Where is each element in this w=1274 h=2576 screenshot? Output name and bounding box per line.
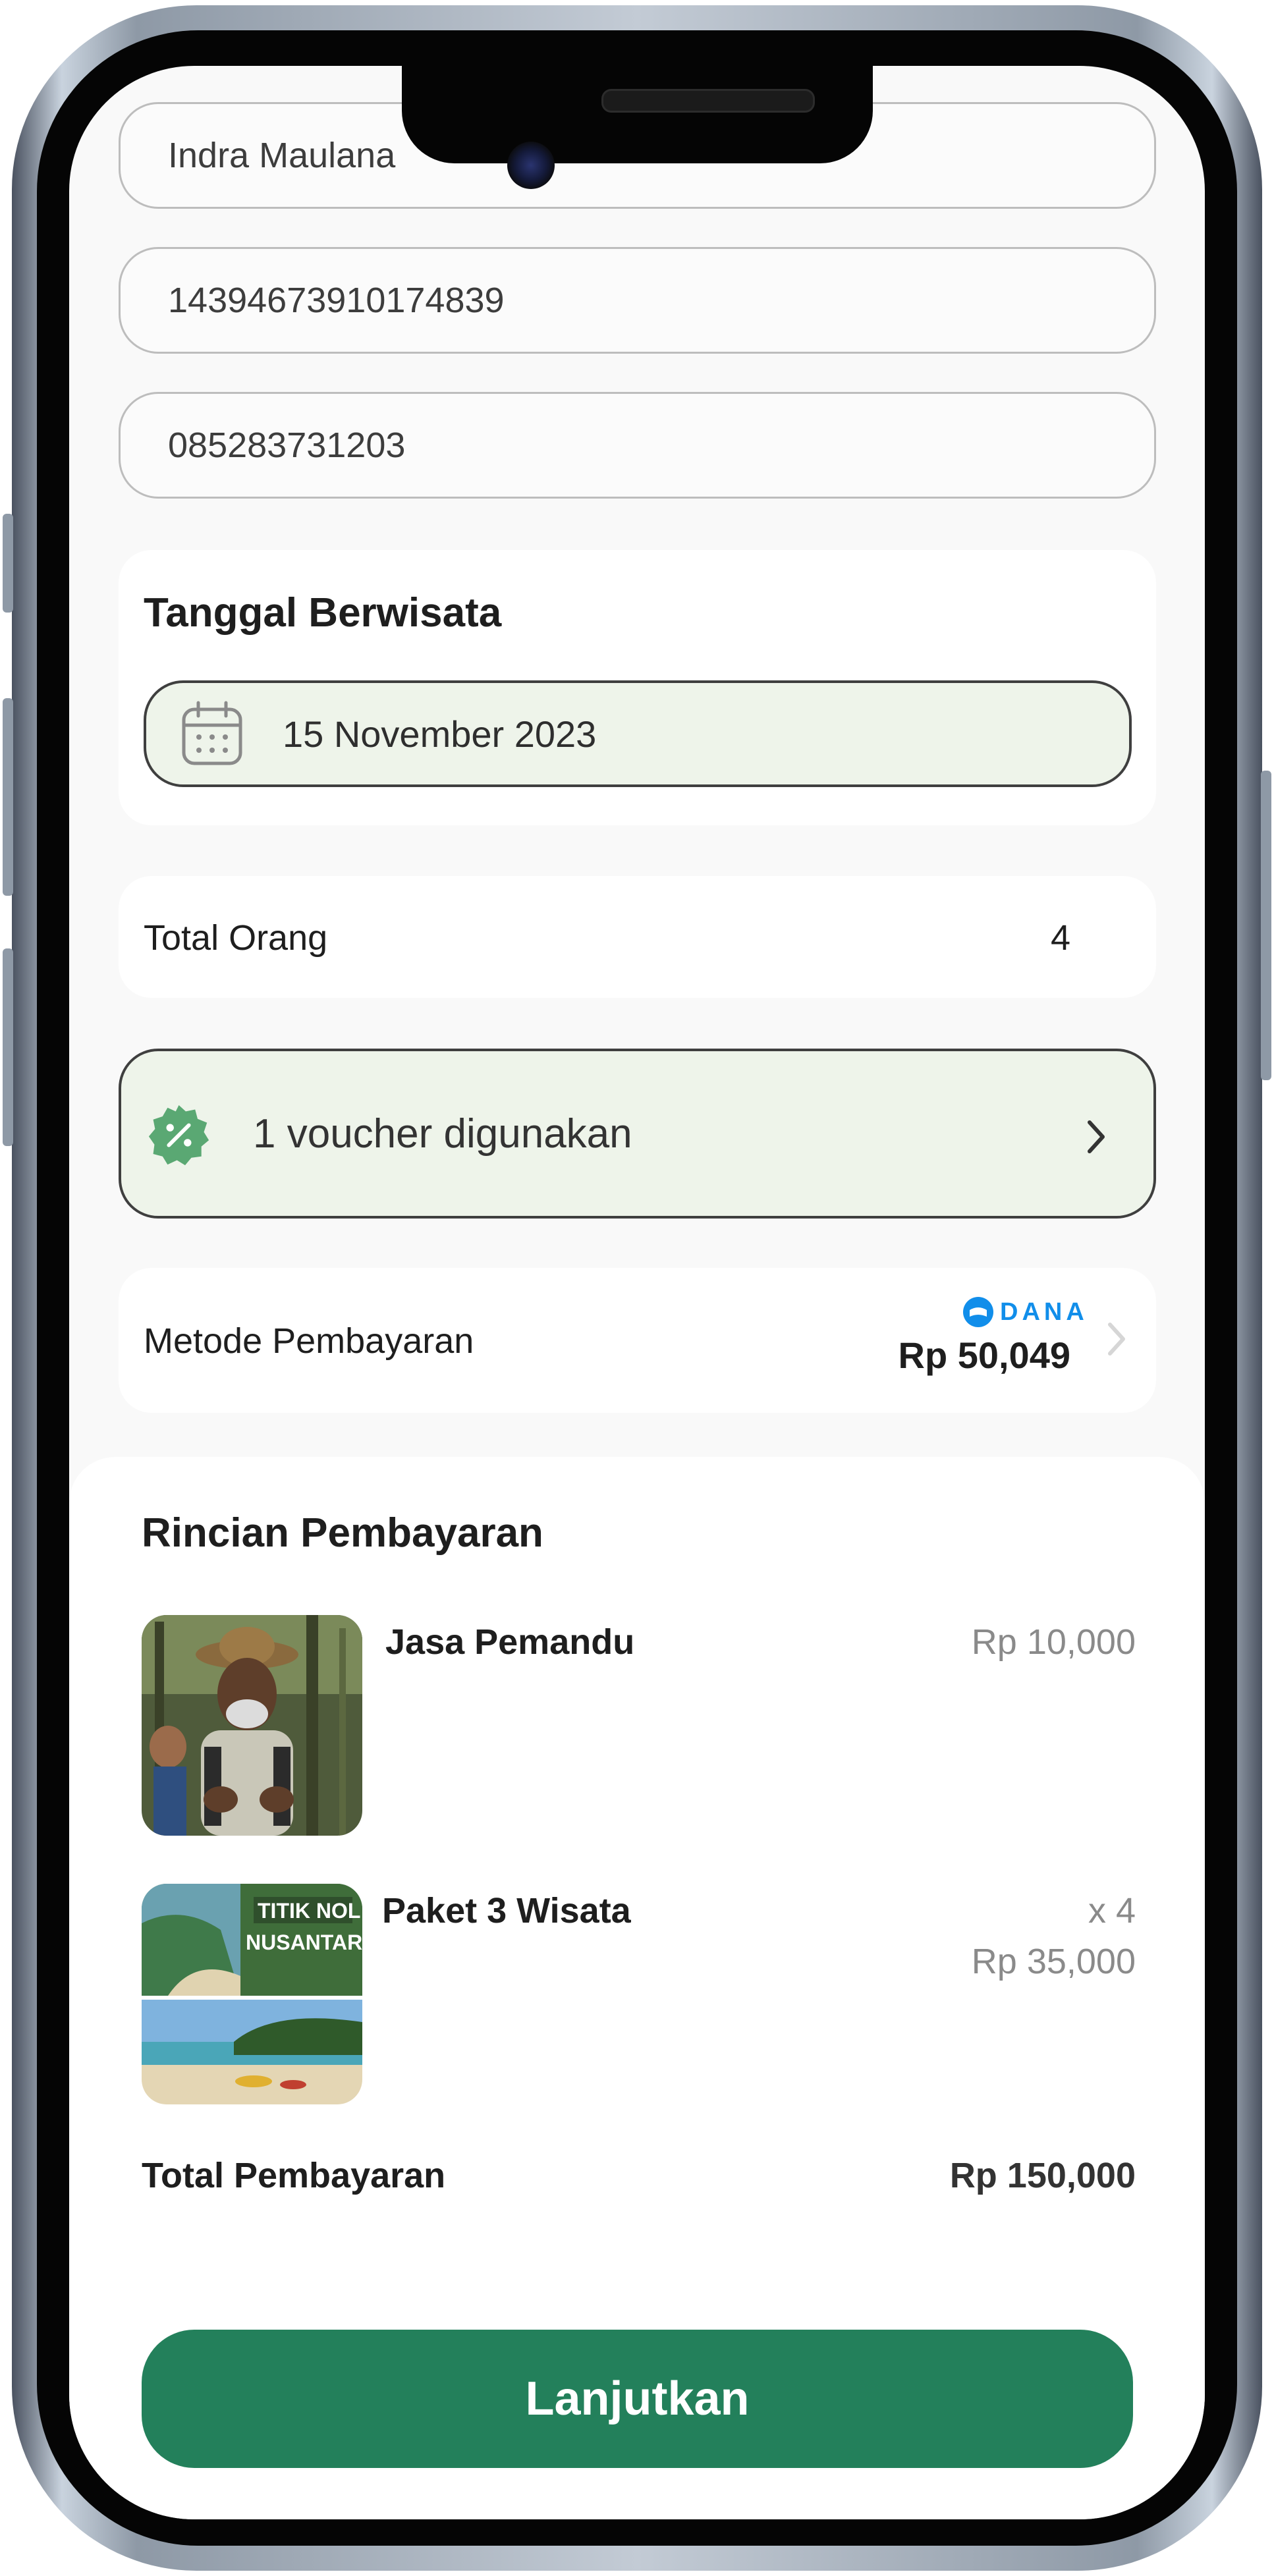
phone-field[interactable]: 085283731203: [119, 392, 1156, 499]
continue-button[interactable]: Lanjutkan: [142, 2330, 1133, 2468]
volume-down-button: [3, 948, 13, 1146]
total-people-label: Total Orang: [144, 918, 328, 958]
dana-logo: DANA: [962, 1296, 1088, 1329]
voucher-text: 1 voucher digunakan: [253, 1111, 632, 1157]
visit-date-card: Tanggal Berwisata 15 November 2023: [119, 550, 1156, 825]
total-payment-label: Total Pembayaran: [142, 2156, 446, 2195]
total-people-card: Total Orang 4: [119, 876, 1156, 998]
payment-method-card[interactable]: Metode Pembayaran DANA Rp 50,049: [119, 1268, 1156, 1413]
payment-details-title: Rincian Pembayaran: [142, 1510, 543, 1556]
phone-notch: [402, 66, 873, 163]
tour-guide-photo: [142, 1615, 362, 1836]
id-number-field[interactable]: 14394673910174839: [119, 247, 1156, 354]
date-value: 15 November 2023: [283, 713, 597, 755]
chevron-right-icon: [1088, 1120, 1105, 1153]
name-field-value: Indra Maulana: [168, 136, 396, 175]
package-image-text-2: NUSANTARA: [246, 1931, 362, 1954]
dana-logo-text: DANA: [1000, 1298, 1088, 1326]
voucher-selector[interactable]: 1 voucher digunakan: [119, 1049, 1156, 1219]
payment-balance: Rp 50,049: [898, 1334, 1071, 1376]
app-screen: Indra Maulana 14394673910174839 08528373…: [69, 66, 1205, 2519]
power-button: [1261, 771, 1271, 1080]
discount-badge-icon: [148, 1105, 209, 1166]
item-quantity-package: x 4: [1088, 1891, 1136, 1931]
total-people-count[interactable]: 4: [1051, 918, 1070, 958]
phone-speaker: [601, 89, 815, 113]
item-name-package: Paket 3 Wisata: [382, 1891, 631, 1931]
total-payment-value: Rp 150,000: [949, 2156, 1136, 2195]
date-picker[interactable]: 15 November 2023: [144, 680, 1132, 787]
payment-method-label: Metode Pembayaran: [144, 1321, 474, 1361]
id-number-field-value: 14394673910174839: [168, 281, 505, 320]
beach-package-photo: TITIK NOL NUSANTARA: [142, 1884, 362, 2104]
calendar-icon: [182, 701, 242, 765]
phone-field-value: 085283731203: [168, 425, 406, 465]
front-camera: [507, 142, 555, 189]
chevron-right-icon: [1108, 1323, 1125, 1356]
item-price-package: Rp 35,000: [971, 1942, 1136, 1981]
mute-switch: [3, 514, 13, 613]
package-image-text-1: TITIK NOL: [258, 1899, 360, 1923]
visit-date-title: Tanggal Berwisata: [144, 590, 502, 636]
item-price-guide: Rp 10,000: [971, 1622, 1136, 1662]
item-name-guide: Jasa Pemandu: [385, 1622, 635, 1662]
volume-up-button: [3, 698, 13, 896]
dana-logo-icon: [963, 1297, 993, 1327]
